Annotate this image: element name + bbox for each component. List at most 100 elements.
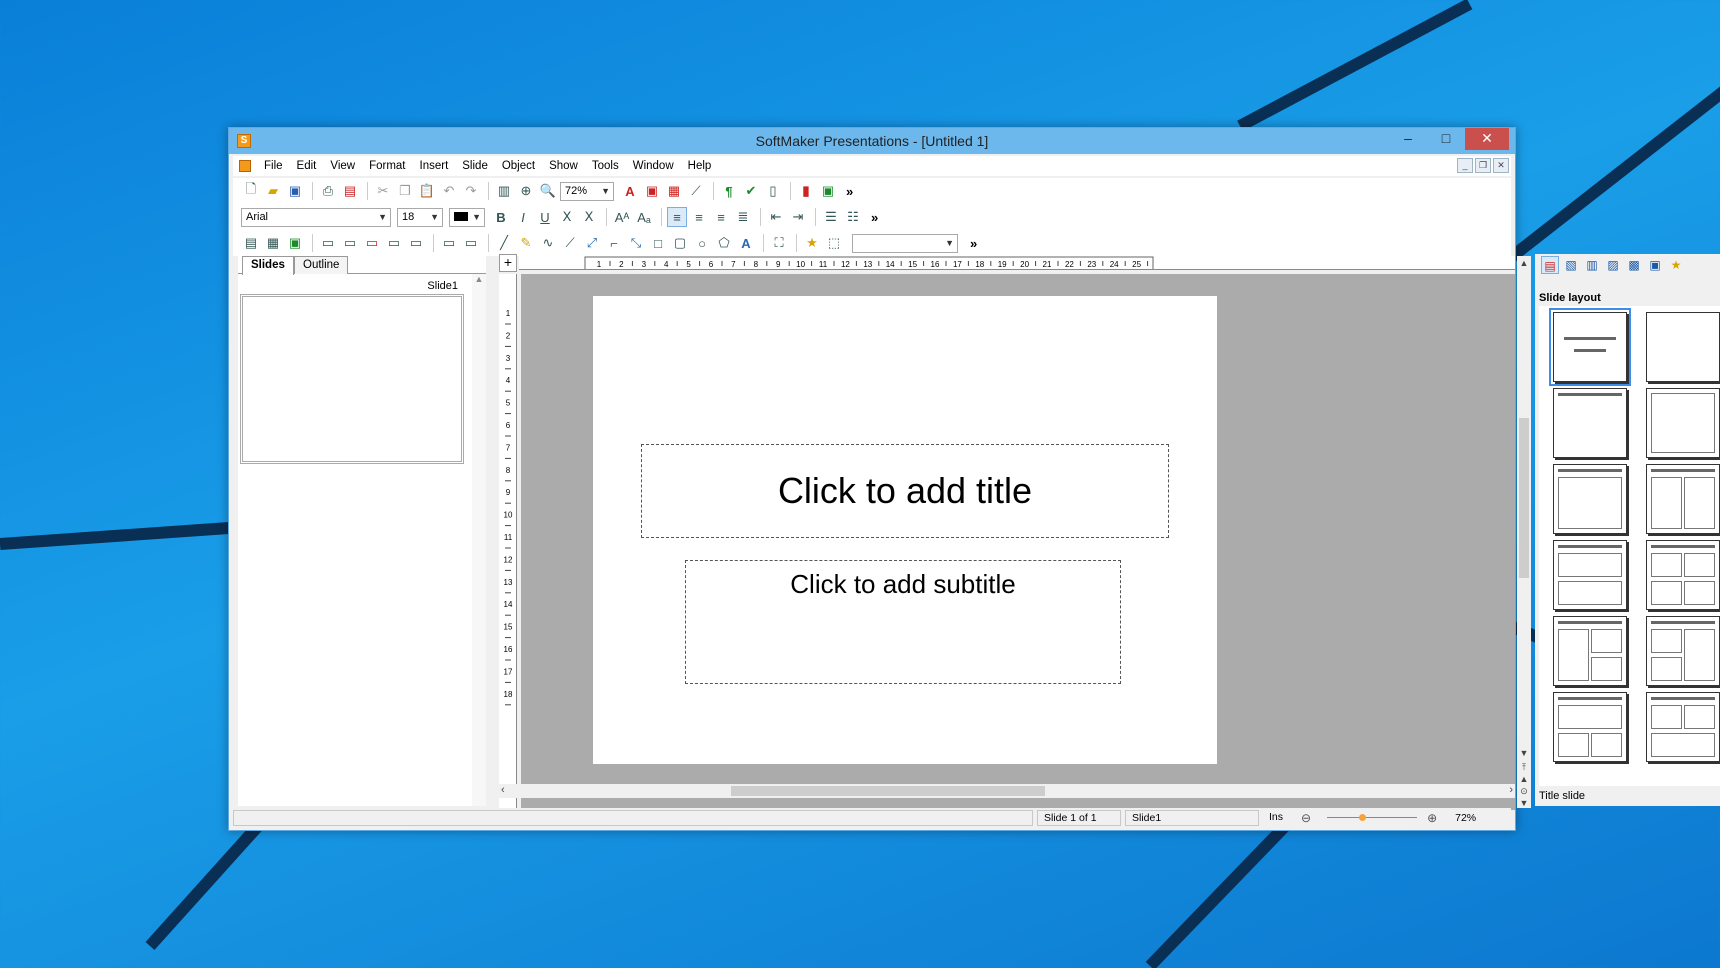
align-right-icon[interactable]: ≡ [711, 207, 731, 227]
design-icon[interactable]: ▧ [1562, 256, 1580, 274]
zoom-out-icon[interactable]: ⊖ [1301, 811, 1311, 825]
menu-view[interactable]: View [323, 157, 362, 175]
outdent-icon[interactable]: ⇤ [766, 207, 786, 227]
layout-left-two-right-big[interactable] [1646, 616, 1720, 686]
undo-icon[interactable]: ↶ [439, 181, 459, 201]
toolbar-overflow-icon[interactable]: » [846, 184, 853, 199]
layout-blank[interactable] [1646, 312, 1720, 382]
freehand-icon[interactable]: ⟋ [560, 233, 580, 253]
title-bar[interactable]: S SoftMaker Presentations - [Untitled 1]… [229, 128, 1515, 154]
layout3-icon[interactable]: ▣ [285, 233, 305, 253]
redo-icon[interactable]: ↷ [461, 181, 481, 201]
transition-icon[interactable]: ▩ [1625, 256, 1643, 274]
layout-title-slide[interactable] [1549, 308, 1631, 386]
star-icon[interactable]: ★ [802, 233, 822, 253]
print-icon[interactable]: ⎙ [318, 181, 338, 201]
group-icon[interactable]: ⛶ [769, 233, 789, 253]
export-icon[interactable]: ▣ [818, 181, 838, 201]
spellcheck-icon[interactable]: ✔ [741, 181, 761, 201]
scroll-right-icon[interactable]: › [1509, 784, 1513, 796]
tab-slides[interactable]: Slides [242, 256, 294, 275]
image-icon[interactable]: ▣ [642, 181, 662, 201]
pilcrow-icon[interactable]: ¶ [719, 181, 739, 201]
menu-window[interactable]: Window [626, 157, 681, 175]
layout4-icon[interactable]: ▭ [318, 233, 338, 253]
subtitle-placeholder[interactable]: Click to add subtitle [685, 560, 1121, 684]
chart-bars-icon[interactable]: ▯ [763, 181, 783, 201]
insert-mode[interactable]: Ins [1263, 810, 1297, 826]
rounded-rect-icon[interactable]: ▢ [670, 233, 690, 253]
slide[interactable]: Click to add title Click to add subtitle [593, 296, 1217, 764]
layout-title-content[interactable] [1553, 464, 1627, 534]
menu-file[interactable]: File [257, 157, 290, 175]
layout6-icon[interactable]: ▭ [362, 233, 382, 253]
layout2-icon[interactable]: ▦ [263, 233, 283, 253]
strike-icon[interactable]: Ⅹ [557, 207, 577, 227]
scroll-thumb[interactable] [731, 786, 1045, 796]
scroll-down-icon[interactable]: ▼ [1517, 748, 1531, 758]
doc-restore-button[interactable]: ❐ [1475, 158, 1491, 173]
zoom-in-icon[interactable]: ⊕ [1427, 811, 1437, 825]
align-left-icon[interactable]: ≡ [667, 207, 687, 227]
layout9-icon[interactable]: ▭ [439, 233, 459, 253]
scroll-thumb[interactable] [1519, 418, 1529, 578]
elbow-icon[interactable]: ⌐ [604, 233, 624, 253]
layout-icon[interactable]: ▤ [1541, 256, 1559, 274]
horizontal-scrollbar[interactable]: ‹ › [499, 784, 1515, 798]
title-placeholder[interactable]: Click to add title [641, 444, 1169, 538]
copy-icon[interactable]: ❐ [395, 181, 415, 201]
layout7-icon[interactable]: ▭ [384, 233, 404, 253]
align-center-icon[interactable]: ≡ [689, 207, 709, 227]
zoom-icon[interactable]: 🔍 [538, 181, 558, 201]
connector2-icon[interactable]: ⤡ [626, 233, 646, 253]
layout-top-big-bottom-two[interactable] [1553, 692, 1627, 762]
x-icon[interactable]: Ⅹ [579, 207, 599, 227]
cut-icon[interactable]: ✂ [373, 181, 393, 201]
line-icon[interactable]: ╱ [494, 233, 514, 253]
brush-icon[interactable]: ⟋ [686, 181, 706, 201]
animation-icon[interactable]: ▣ [1646, 256, 1664, 274]
scroll-left-icon[interactable]: ‹ [501, 784, 505, 796]
minimize-button[interactable]: – [1391, 128, 1425, 150]
layout-top-two-bottom-big[interactable] [1646, 692, 1720, 762]
textart-icon[interactable]: A [736, 233, 756, 253]
layout-two-rows[interactable] [1553, 540, 1627, 610]
close-button[interactable]: ✕ [1465, 128, 1509, 150]
superscript-icon[interactable]: Aᴬ [612, 207, 632, 227]
menu-help[interactable]: Help [681, 157, 719, 175]
scroll-up-icon[interactable]: ▲ [1517, 258, 1531, 268]
connector-icon[interactable]: ⤢ [582, 233, 602, 253]
toolbar-overflow-icon[interactable]: » [970, 236, 977, 251]
menu-format[interactable]: Format [362, 157, 412, 175]
rect-icon[interactable]: □ [648, 233, 668, 253]
chart-icon[interactable]: ▥ [494, 181, 514, 201]
object-style-combo[interactable]: ▼ [852, 233, 958, 253]
pen-icon[interactable]: ✎ [516, 233, 536, 253]
first-slide-icon[interactable]: ⤒ [1517, 762, 1531, 773]
table-icon[interactable]: ▦ [664, 181, 684, 201]
subscript-icon[interactable]: Aₐ [634, 207, 654, 227]
ruler-corner-button[interactable]: + [499, 254, 517, 272]
pdf-icon[interactable]: ▤ [340, 181, 360, 201]
italic-icon[interactable]: I [513, 207, 533, 227]
tab-outline[interactable]: Outline [294, 256, 349, 274]
new-icon[interactable]: 🗋 [241, 181, 261, 201]
next-slide-icon[interactable]: ▼ [1517, 798, 1531, 808]
layout-four-boxes[interactable] [1646, 540, 1720, 610]
slide-thumbnail[interactable] [240, 294, 464, 464]
justify-icon[interactable]: ≣ [733, 207, 753, 227]
paste-icon[interactable]: 📋 [417, 181, 437, 201]
vertical-scrollbar[interactable]: ▲ ▼ ⤒ ▲ ⊙ ▼ [1517, 256, 1531, 808]
goto-icon[interactable]: ⊙ [1517, 786, 1531, 797]
menu-tools[interactable]: Tools [585, 157, 626, 175]
star-icon[interactable]: ★ [1667, 256, 1685, 274]
layout-left-big-right-two[interactable] [1553, 616, 1627, 686]
select-icon[interactable]: ⬚ [824, 233, 844, 253]
font-color-combo[interactable]: ▼ [449, 207, 485, 227]
text-icon[interactable]: A [620, 181, 640, 201]
layout-two-columns[interactable] [1646, 464, 1720, 534]
background-icon[interactable]: ▨ [1604, 256, 1622, 274]
bold-icon[interactable]: B [491, 207, 511, 227]
layout5-icon[interactable]: ▭ [340, 233, 360, 253]
ellipse-icon[interactable]: ○ [692, 233, 712, 253]
